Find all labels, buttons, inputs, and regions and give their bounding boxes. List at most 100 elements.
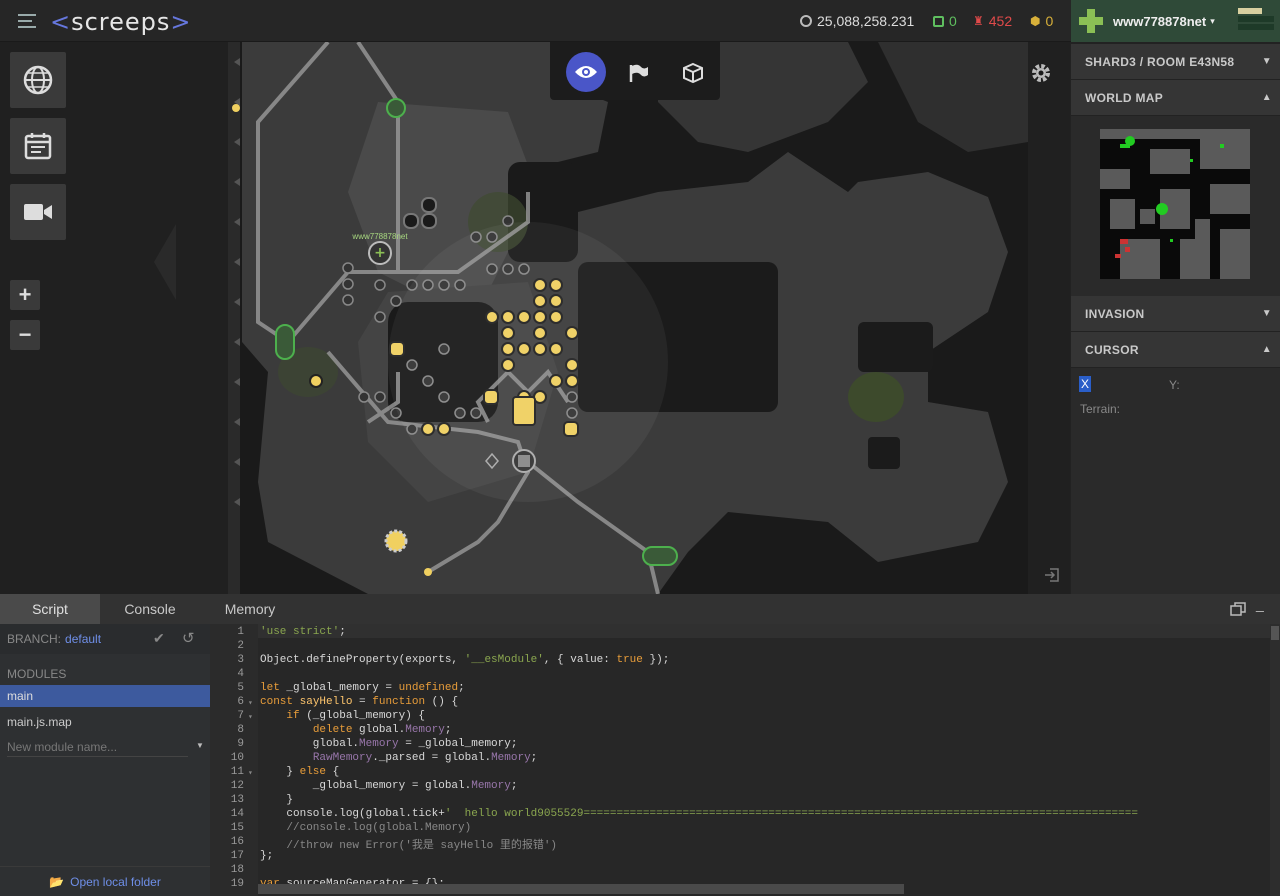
room-map[interactable]: + www778878net — [228, 42, 1070, 594]
svg-text:+: + — [374, 245, 386, 261]
logout-icon[interactable] — [1044, 567, 1060, 583]
line-number: 16 — [230, 836, 244, 848]
code-line[interactable]: 'use strict'; — [260, 626, 346, 638]
code-editor[interactable]: 1 'use strict'; 2 3 Object.defineProperty(ex… — [210, 624, 1280, 896]
view-mode-button[interactable] — [566, 52, 606, 92]
world-button[interactable] — [10, 52, 66, 108]
code-line[interactable]: delete global.Memory; — [260, 724, 452, 736]
world-minimap[interactable] — [1100, 129, 1250, 279]
tab-console[interactable]: Console — [100, 594, 200, 624]
line-number: 17 — [230, 850, 244, 862]
line-number: 6 — [237, 696, 244, 708]
code-line[interactable]: }; — [260, 850, 273, 862]
globe-icon — [23, 65, 53, 95]
cube-icon[interactable] — [682, 62, 704, 84]
chevron-down-icon[interactable]: ▼ — [196, 741, 204, 750]
collapse-arrow-icon[interactable] — [150, 222, 178, 302]
zoom-in-button[interactable]: + — [10, 280, 40, 310]
player-label: www778878net — [351, 232, 408, 241]
world-map-title: WORLD MAP — [1085, 90, 1164, 105]
room-terrain[interactable]: + www778878net — [228, 42, 1070, 594]
line-number: 5 — [237, 682, 244, 694]
line-number: 14 — [230, 808, 244, 820]
bottom-tabs: Script Console Memory — [0, 594, 1280, 624]
fold-icon[interactable]: ▾ — [248, 768, 253, 778]
zoom-out-button[interactable]: − — [10, 320, 40, 350]
username: www778878net — [1113, 13, 1207, 29]
logo[interactable]: <screeps> — [50, 8, 192, 36]
terrain-label: Terrain: — [1080, 402, 1121, 416]
cursor-header[interactable]: CURSOR ▲ — [1071, 332, 1280, 368]
open-local-folder-label: Open local folder — [70, 874, 161, 889]
user-badge-icon — [1079, 9, 1103, 33]
cursor-title: CURSOR — [1085, 342, 1139, 357]
calendar-icon — [24, 133, 52, 160]
flag-icon[interactable] — [628, 63, 650, 83]
room-title: SHARD3 / ROOM E43N58 — [1085, 54, 1235, 69]
line-number: 9 — [237, 738, 244, 750]
code-line[interactable]: //console.log(global.Memory) — [260, 822, 471, 834]
vertical-scrollbar[interactable] — [1270, 624, 1280, 896]
line-number: 12 — [230, 780, 244, 792]
code-line[interactable]: _global_memory = global.Memory; — [260, 780, 518, 792]
room-section-header[interactable]: SHARD3 / ROOM E43N58 ▼ — [1071, 44, 1280, 80]
line-number: 15 — [230, 822, 244, 834]
line-number: 2 — [237, 640, 244, 652]
fold-icon[interactable]: ▾ — [248, 698, 253, 708]
code-line[interactable]: console.log(global.tick+' hello world905… — [260, 808, 1138, 820]
code-line[interactable]: } else { — [260, 766, 339, 778]
check-icon[interactable]: ✔ — [153, 630, 165, 647]
maximize-icon[interactable] — [1230, 602, 1246, 616]
code-line[interactable]: if (_global_memory) { — [260, 710, 425, 722]
invasion-header[interactable]: INVASION ▼ — [1071, 296, 1280, 332]
modules-label: MODULES — [7, 667, 67, 681]
tab-script[interactable]: Script — [0, 594, 100, 624]
minimize-icon[interactable]: _ — [1256, 596, 1264, 612]
open-local-folder-button[interactable]: 📂 Open local folder — [0, 866, 210, 896]
horizontal-scrollbar[interactable] — [258, 884, 904, 894]
pixels-stat: ⬢ 0 — [1030, 13, 1054, 29]
branch-row[interactable]: BRANCH: default ✔ ↺ — [0, 624, 210, 654]
overview-button[interactable] — [10, 118, 66, 174]
menu-icon[interactable] — [18, 14, 36, 28]
module-sidebar: BRANCH: default ✔ ↺ MODULES main main.js… — [0, 624, 210, 896]
cursor-x-label: X — [1079, 376, 1092, 392]
user-flag-icon — [1238, 8, 1274, 34]
code-line[interactable]: global.Memory = _global_memory; — [260, 738, 518, 750]
replay-button[interactable] — [10, 184, 66, 240]
fold-icon[interactable]: ▾ — [248, 712, 253, 722]
module-item-main[interactable]: main — [0, 685, 210, 707]
code-line[interactable]: const sayHello = function () { — [260, 696, 458, 708]
gcl-stat: ♜ 452 — [973, 13, 1013, 29]
line-number: 3 — [237, 654, 244, 666]
line-number: 19 — [230, 878, 244, 890]
chevron-up-icon: ▲ — [1261, 92, 1272, 103]
minus-icon: − — [18, 322, 32, 347]
code-line[interactable]: Object.defineProperty(exports, '__esModu… — [260, 654, 669, 666]
gear-icon[interactable] — [1030, 62, 1052, 84]
invasion-title: INVASION — [1085, 306, 1145, 321]
world-map-header[interactable]: WORLD MAP ▲ — [1071, 80, 1280, 116]
line-number: 18 — [230, 864, 244, 876]
user-menu[interactable]: www778878net ▾ — [1071, 0, 1280, 42]
chevron-down-icon: ▼ — [1261, 56, 1272, 67]
line-number: 11 — [230, 766, 244, 778]
revert-icon[interactable]: ↺ — [182, 629, 195, 647]
code-line[interactable]: RawMemory._parsed = global.Memory; — [260, 752, 537, 764]
cpu-stat: 0 — [933, 13, 957, 29]
branch-name[interactable]: default — [65, 632, 101, 646]
line-number: 1 — [237, 626, 244, 638]
line-number: 8 — [237, 724, 244, 736]
line-number: 10 — [230, 752, 244, 764]
new-module-input[interactable]: New module name... — [7, 737, 188, 757]
tab-memory[interactable]: Memory — [200, 594, 300, 624]
module-item-map[interactable]: main.js.map — [0, 707, 210, 731]
bottom-panel: Script Console Memory _ BRANCH: default … — [0, 594, 1280, 896]
right-panel: SHARD3 / ROOM E43N58 ▼ WORLD MAP ▲ INVASIO… — [1071, 42, 1280, 594]
code-line[interactable]: let _global_memory = undefined; — [260, 682, 465, 694]
gcl-icon: ♜ — [973, 14, 984, 28]
cursor-y-label: Y: — [1169, 378, 1180, 392]
code-line[interactable]: //throw new Error('我是 sayHello 里的报错') — [260, 836, 557, 852]
cpu-icon — [933, 15, 944, 27]
code-line[interactable]: } — [260, 794, 293, 806]
